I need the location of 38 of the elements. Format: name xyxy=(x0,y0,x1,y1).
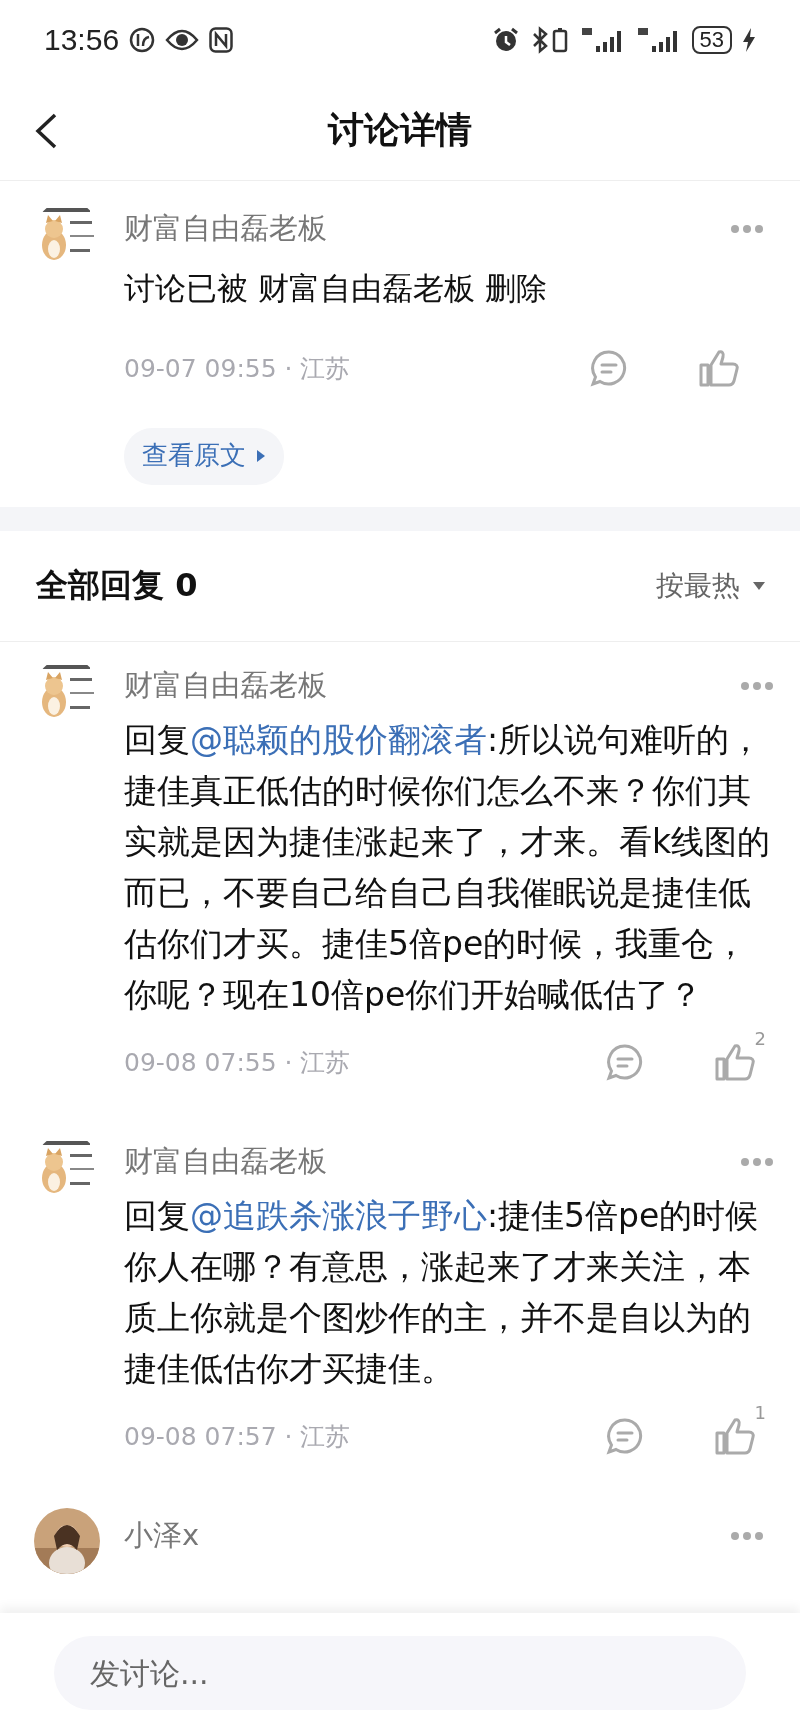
battery-level: 53 xyxy=(691,26,732,54)
caret-icon xyxy=(256,448,266,463)
eye-icon xyxy=(165,29,200,51)
caret-icon xyxy=(752,581,766,591)
more-icon[interactable] xyxy=(730,1531,764,1541)
thumbs-up-icon[interactable] xyxy=(714,1416,756,1456)
replies-title: 全部回复 0 xyxy=(36,565,198,606)
more-icon[interactable] xyxy=(730,224,764,234)
comment-text: 回复@追跌杀涨浪子野心:捷佳5倍pe的时候你人在哪？有意思，涨起来了才来关注，本质上你就是个图炒作的主，并不是自以为的捷佳低估你才买捷佳。 xyxy=(124,1195,760,1390)
comment-icon[interactable] xyxy=(590,349,628,387)
like-count: 1 xyxy=(754,1402,766,1423)
charging-icon xyxy=(742,27,756,53)
author-name: 财富自由磊老板 xyxy=(124,210,327,247)
thumbs-up-icon[interactable] xyxy=(714,1042,756,1082)
more-icon[interactable] xyxy=(740,681,774,691)
timestamp-location: 09-08 07:55 · 江苏 xyxy=(124,1046,351,1079)
page-title: 讨论详情 xyxy=(328,107,472,152)
author-name: 财富自由磊老板 xyxy=(124,667,327,704)
comment-text: 回复@聪颖的股价翻滚者:所以说句难听的，捷佳真正低估的时候你们怎么不来？你们其实就是因为捷佳涨起来了，才来。看k线图的而已，不要自己给自己自我催眠说是捷佳低估你们才买。捷佳5倍pe的时候，我重仓，你呢？现在10倍pe你们开始喊低估了？ xyxy=(124,719,772,1016)
status-time: 13:56 xyxy=(44,23,120,57)
author-name: 财富自由磊老板 xyxy=(124,1143,327,1180)
like-count: 2 xyxy=(754,1028,766,1049)
timestamp-location: 09-07 09:55 · 江苏 xyxy=(124,352,351,385)
more-icon[interactable] xyxy=(740,1157,774,1167)
alarm-icon xyxy=(491,26,520,54)
mention-link[interactable]: @追跌杀涨浪子野心 xyxy=(190,1196,487,1235)
back-icon[interactable] xyxy=(34,112,58,150)
post-content: 讨论已被 财富自由磊老板 删除 xyxy=(124,269,548,308)
thumbs-up-icon[interactable] xyxy=(698,348,740,388)
nfc-icon xyxy=(209,27,234,53)
comment-icon[interactable] xyxy=(606,1417,644,1455)
author-name: 小泽x xyxy=(124,1517,200,1554)
sort-button[interactable]: 按最热 xyxy=(656,567,766,605)
comment-input[interactable]: 发讨论... xyxy=(54,1636,746,1710)
timestamp-location: 09-08 07:57 · 江苏 xyxy=(124,1420,351,1453)
comment-icon[interactable] xyxy=(606,1043,644,1081)
view-original-button[interactable]: 查看原文 xyxy=(124,428,284,485)
mention-link[interactable]: @聪颖的股价翻滚者 xyxy=(190,720,487,759)
